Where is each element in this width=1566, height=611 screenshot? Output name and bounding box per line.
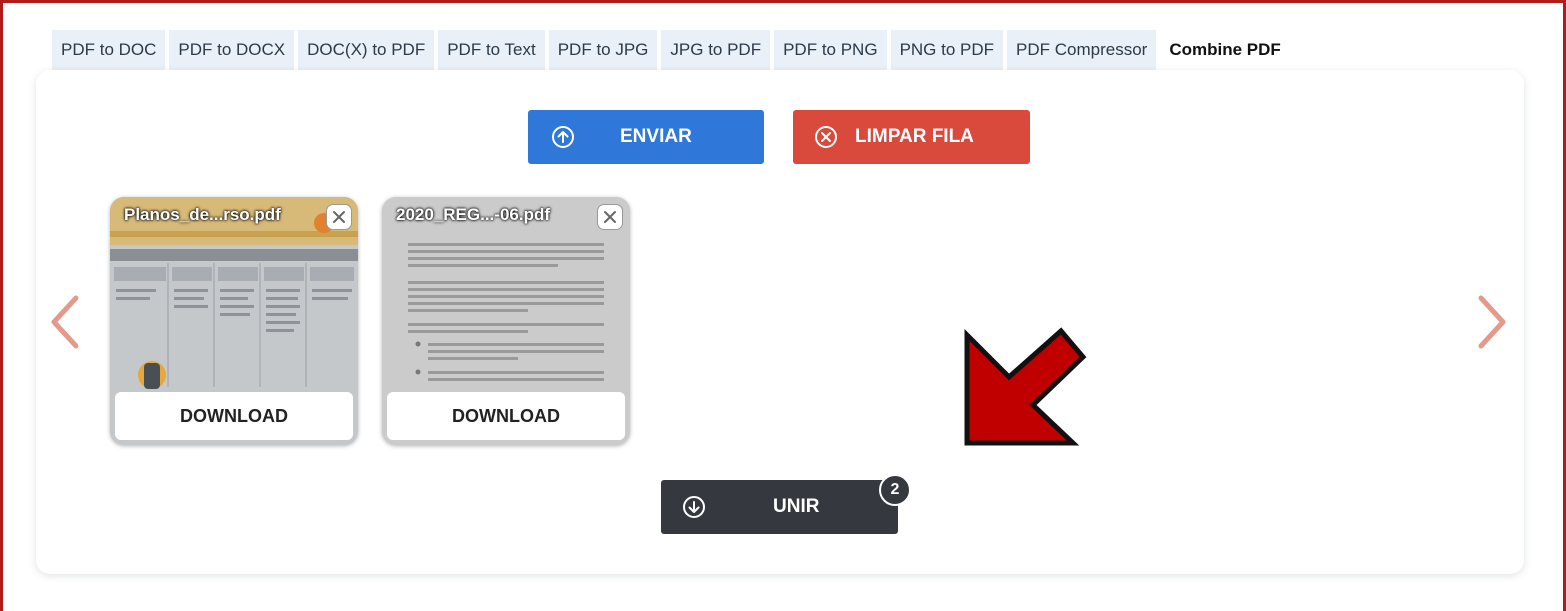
- upload-button-label: ENVIAR: [620, 126, 692, 147]
- file-card: 2020_REG...-06.pdf DOWNLOAD: [382, 197, 630, 445]
- carousel-prev-arrow-icon[interactable]: [46, 292, 82, 352]
- clear-queue-button[interactable]: LIMPAR FILA: [793, 110, 1030, 164]
- carousel-next-arrow-icon[interactable]: [1475, 292, 1511, 352]
- remove-file-icon[interactable]: [326, 204, 352, 230]
- tab-pdf-to-docx[interactable]: PDF to DOCX: [169, 30, 295, 70]
- tab-pdf-to-text[interactable]: PDF to Text: [438, 30, 545, 70]
- tab-docx-to-pdf[interactable]: DOC(X) to PDF: [298, 30, 435, 70]
- file-card: Planos_de...rso.pdf DOWNLOAD: [110, 197, 358, 445]
- merge-button-label: UNIR: [773, 496, 820, 517]
- tab-pdf-to-jpg[interactable]: PDF to JPG: [548, 30, 658, 70]
- remove-file-icon[interactable]: [597, 204, 623, 230]
- merge-button[interactable]: UNIR: [661, 480, 898, 534]
- tab-pdf-to-png[interactable]: PDF to PNG: [774, 30, 887, 70]
- x-circle-icon: [813, 124, 839, 150]
- clear-queue-button-label: LIMPAR FILA: [855, 126, 974, 147]
- download-button[interactable]: DOWNLOAD: [115, 392, 353, 440]
- tab-png-to-pdf[interactable]: PNG to PDF: [890, 30, 1004, 70]
- upload-button[interactable]: ENVIAR: [528, 110, 764, 164]
- tab-jpg-to-pdf[interactable]: JPG to PDF: [661, 30, 771, 70]
- tool-tabs: PDF to DOC PDF to DOCX DOC(X) to PDF PDF…: [52, 30, 1294, 70]
- download-button[interactable]: DOWNLOAD: [387, 392, 625, 440]
- arrow-up-circle-icon: [550, 124, 576, 150]
- file-count-badge: 2: [879, 474, 911, 506]
- file-name: Planos_de...rso.pdf: [124, 205, 281, 224]
- tab-pdf-to-doc[interactable]: PDF to DOC: [52, 30, 166, 70]
- arrow-down-circle-icon: [681, 494, 707, 520]
- tab-combine-pdf[interactable]: Combine PDF: [1160, 30, 1290, 70]
- file-name: 2020_REG...-06.pdf: [396, 205, 551, 224]
- tab-pdf-compressor[interactable]: PDF Compressor: [1007, 30, 1157, 70]
- annotation-arrow-icon: [964, 327, 1087, 446]
